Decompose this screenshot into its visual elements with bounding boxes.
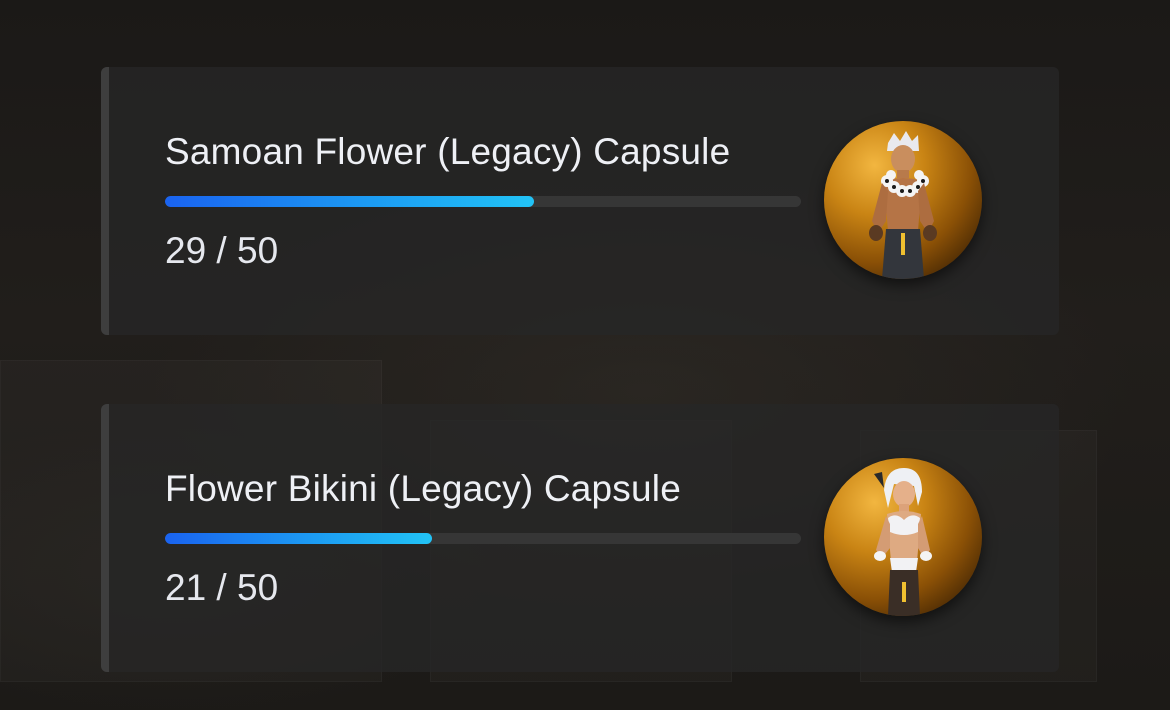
progress-count: 29 / 50 bbox=[165, 230, 279, 271]
capsule-card[interactable]: Flower Bikini (Legacy) Capsule 21 / 50 bbox=[101, 404, 1059, 672]
progress-fill bbox=[165, 196, 534, 207]
character-portrait-icon bbox=[824, 121, 982, 279]
progress-count: 21 / 50 bbox=[165, 567, 279, 608]
capsule-card[interactable]: Samoan Flower (Legacy) Capsule 29 / 50 bbox=[101, 67, 1059, 335]
progress-track bbox=[165, 196, 801, 207]
progress-track bbox=[165, 533, 801, 544]
character-portrait-icon bbox=[824, 458, 982, 616]
capsule-title: Flower Bikini (Legacy) Capsule bbox=[165, 468, 681, 509]
capsule-title: Samoan Flower (Legacy) Capsule bbox=[165, 131, 731, 172]
progress-fill bbox=[165, 533, 433, 544]
